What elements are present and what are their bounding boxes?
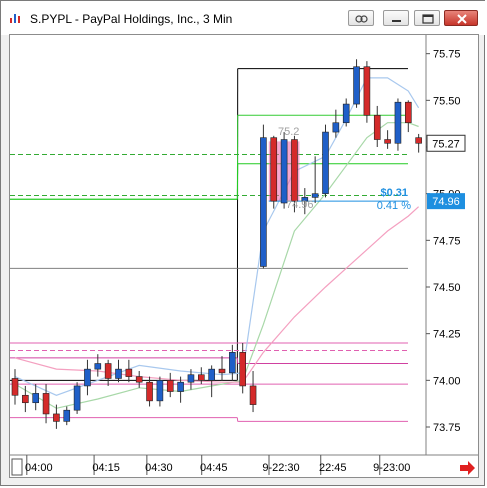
candle-body <box>249 385 257 405</box>
candle-body <box>218 368 226 374</box>
moving-average-line-3 <box>14 206 420 383</box>
candle-body <box>394 101 402 144</box>
candle-body <box>146 381 153 402</box>
restore-button[interactable] <box>414 10 440 26</box>
candles <box>11 59 422 429</box>
chart-icon <box>10 14 20 23</box>
candle-body <box>115 368 122 379</box>
moving-averages <box>14 77 420 409</box>
order-gain-label: $0.31 <box>380 187 408 199</box>
candle-body <box>280 139 288 204</box>
faded-price-label-lower: 74.96 <box>286 199 314 211</box>
y-tick-label: 74.50 <box>433 282 461 294</box>
candle-body <box>322 131 329 194</box>
candle-body <box>363 66 371 116</box>
x-tick-label: 04:30 <box>145 462 173 474</box>
y-tick-label: 74.00 <box>433 375 461 387</box>
window-title: S.PYPL - PayPal Holdings, Inc., 3 Min <box>30 12 233 26</box>
candle-body <box>32 393 40 404</box>
candle-body <box>187 374 195 383</box>
x-axis: 04:00 04:15 04:30 04:45 9-22:30 22:45 9-23:00 <box>25 455 410 475</box>
candle-body <box>332 122 340 133</box>
candle-body <box>42 393 50 415</box>
candle-body <box>104 363 112 379</box>
candle-body <box>22 394 29 404</box>
candle-body <box>260 137 267 267</box>
price-chart[interactable]: 75.2 74.96 $0.31 0.41 % 75.7575.5075.257… <box>10 35 478 477</box>
x-tick-label: 04:00 <box>25 462 53 474</box>
x-tick-label: 04:15 <box>92 462 120 474</box>
x-tick-label: 22:45 <box>319 462 347 474</box>
candle-body <box>63 409 71 422</box>
candle-body <box>156 380 164 402</box>
x-tick-label: 9-22:30 <box>262 462 299 474</box>
order-gain-pct-label: 0.41 % <box>377 200 411 212</box>
minimize-icon <box>392 20 401 22</box>
candle-body <box>73 385 81 411</box>
candle-body <box>198 374 205 381</box>
candle-body <box>239 352 246 387</box>
candle-body <box>208 368 215 381</box>
close-icon <box>457 14 467 24</box>
candle-body <box>135 376 143 383</box>
moving-average-line-2 <box>14 122 419 409</box>
y-tick-label: 74.25 <box>433 329 461 341</box>
chart-area[interactable]: 75.2 74.96 $0.31 0.41 % 75.7575.5075.257… <box>9 34 479 478</box>
candle-body <box>311 193 319 198</box>
scroll-handle[interactable] <box>11 458 23 476</box>
candle-body <box>353 66 360 105</box>
restore-icon <box>422 14 434 24</box>
candle-body <box>342 103 350 124</box>
candle-body <box>270 137 278 202</box>
arrow-right-icon[interactable] <box>460 461 475 475</box>
candle-body <box>404 101 412 124</box>
close-button[interactable] <box>444 10 478 26</box>
title-bar[interactable]: S.PYPL - PayPal Holdings, Inc., 3 Min <box>1 1 486 35</box>
link-button[interactable] <box>348 10 374 26</box>
candle-body <box>177 381 184 392</box>
link-icon <box>355 15 368 23</box>
candle-body <box>94 363 102 370</box>
candle-body <box>384 139 391 144</box>
y-tick-label: 74.75 <box>433 235 461 247</box>
candle-body <box>415 137 422 144</box>
order-price-label: 74.96 <box>432 196 460 208</box>
y-axis: 75.7575.5075.2575.0074.7574.5074.2574.00… <box>426 49 461 434</box>
last-price-label: 75.27 <box>432 138 460 150</box>
x-tick-label: 04:45 <box>200 462 228 474</box>
candle-body <box>373 114 381 140</box>
candle-body <box>11 378 19 396</box>
candle-body <box>84 368 91 387</box>
candle-body <box>229 352 236 374</box>
candle-body <box>291 139 298 202</box>
faded-price-label-upper: 75.2 <box>278 126 299 138</box>
x-tick-label: 9-23:00 <box>373 462 410 474</box>
y-tick-label: 75.50 <box>433 95 461 107</box>
chart-window: S.PYPL - PayPal Holdings, Inc., 3 Min 75… <box>0 0 486 486</box>
moving-average-line-1 <box>14 77 420 396</box>
y-tick-label: 75.75 <box>433 49 461 61</box>
candle-body <box>125 368 133 377</box>
y-tick-label: 73.75 <box>433 422 461 434</box>
candle-body <box>53 413 60 422</box>
minimize-button[interactable] <box>383 10 409 26</box>
candle-body <box>166 380 174 392</box>
